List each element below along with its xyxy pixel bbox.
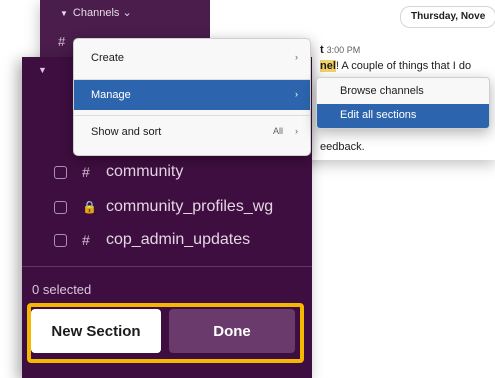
caret-down-icon: ▼ [38, 65, 47, 75]
submenu-item-browse-channels[interactable]: Browse channels [317, 80, 489, 104]
hash-icon: # [82, 164, 90, 180]
chevron-down-icon: ⌄ [122, 7, 132, 19]
channel-row[interactable]: 🔒 community_profiles_wg [22, 192, 312, 222]
menu-separator [74, 115, 310, 116]
checkbox[interactable] [54, 233, 67, 247]
checkbox[interactable] [54, 165, 67, 179]
current-sort-value: All [272, 126, 283, 136]
divider [22, 266, 312, 267]
mention-highlight[interactable]: nel [320, 60, 336, 72]
selected-count: 0 selected [32, 282, 92, 297]
lock-icon: 🔒 [82, 200, 97, 214]
channels-header[interactable]: ▼ Channels ⌄ [60, 6, 132, 19]
menu-item-manage[interactable]: Manage › [74, 80, 310, 110]
menu-item-show-and-sort[interactable]: Show and sort All › [74, 117, 310, 147]
menu-item-create[interactable]: Create › [74, 43, 310, 73]
caret-down-icon: ▼ [60, 9, 68, 18]
chevron-right-icon: › [295, 126, 298, 136]
message-timestamp: t 3:00 PM [320, 44, 361, 56]
checkbox[interactable] [54, 200, 67, 214]
hash-icon: # [58, 34, 66, 49]
manage-submenu: Browse channels Edit all sections [316, 77, 490, 129]
message-text: nel! A couple of things that I do [320, 60, 472, 72]
chevron-right-icon: › [295, 52, 298, 62]
channel-row[interactable]: # cop_admin_updates [22, 225, 312, 255]
new-section-button[interactable]: New Section [31, 309, 161, 353]
channel-row[interactable]: # community [22, 157, 312, 187]
done-button[interactable]: Done [169, 309, 295, 353]
date-divider-pill[interactable]: Thursday, Nove [400, 6, 495, 28]
channel-name: cop_admin_updates [106, 231, 251, 248]
submenu-item-edit-all-sections[interactable]: Edit all sections [317, 104, 489, 128]
channel-name: community [106, 163, 184, 180]
channels-menu: Create › Manage › Show and sort All › [73, 38, 311, 156]
chevron-right-icon: › [295, 89, 298, 99]
hash-icon: # [82, 232, 90, 248]
channel-name: community_profiles_wg [106, 198, 274, 215]
message-text-fragment: eedback. [320, 141, 365, 153]
